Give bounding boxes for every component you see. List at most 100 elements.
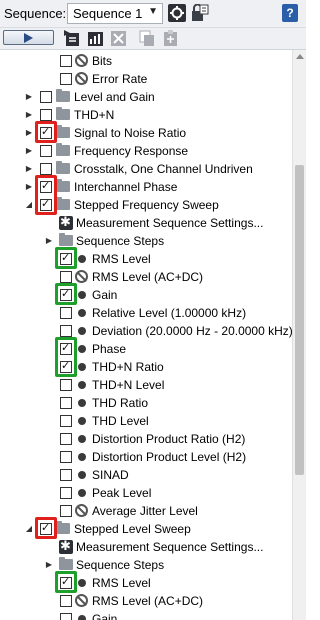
vertical-scrollbar[interactable] bbox=[292, 50, 306, 620]
tree-item-label: Measurement Sequence Settings... bbox=[76, 216, 264, 230]
tree-item-gain[interactable]: Gain bbox=[0, 286, 292, 304]
tree-item-label: RMS Level (AC+DC) bbox=[92, 594, 204, 608]
highlight-green-box bbox=[55, 247, 77, 269]
sequence-select[interactable]: Sequence 1 ▼ bbox=[67, 3, 163, 24]
no-sign-icon bbox=[75, 270, 88, 283]
checkbox[interactable] bbox=[60, 487, 72, 499]
tree-item-distortion-product-level[interactable]: Distortion Product Level (H2) bbox=[0, 448, 292, 466]
expand-arrow-icon[interactable]: ▶ bbox=[24, 92, 34, 102]
expand-arrow-icon[interactable]: ▶ bbox=[24, 146, 34, 156]
checkbox[interactable] bbox=[60, 397, 72, 409]
expand-arrow-icon[interactable]: ▶ bbox=[24, 128, 34, 138]
checkbox[interactable] bbox=[60, 505, 72, 517]
tree-item-label: Gain bbox=[92, 288, 118, 302]
tree-item-label: Distortion Product Level (H2) bbox=[92, 450, 247, 464]
tree-item-error-rate[interactable]: Error Rate bbox=[0, 70, 292, 88]
dot-icon bbox=[78, 309, 86, 317]
sequence-label: Sequence: bbox=[4, 6, 67, 21]
tree-item-measurement-sequence-settings[interactable]: Measurement Sequence Settings... bbox=[0, 538, 292, 556]
tree-item-distortion-product-ratio[interactable]: Distortion Product Ratio (H2) bbox=[0, 430, 292, 448]
tree-item-label: THD+N Level bbox=[92, 378, 165, 392]
expand-arrow-icon[interactable]: ▶ bbox=[24, 164, 34, 174]
collapse-arrow-icon[interactable]: ◢ bbox=[24, 200, 34, 210]
checkbox[interactable] bbox=[60, 55, 72, 67]
folder-icon bbox=[56, 197, 70, 210]
add-step-icon[interactable] bbox=[64, 30, 81, 47]
tree-item-label: Stepped Level Sweep bbox=[74, 522, 191, 536]
dot-icon bbox=[78, 381, 86, 389]
checkbox[interactable] bbox=[60, 433, 72, 445]
tree-item-thd-n-level[interactable]: THD+N Level bbox=[0, 376, 292, 394]
checkbox[interactable] bbox=[40, 163, 52, 175]
tree-item-label: Interchannel Phase bbox=[74, 180, 178, 194]
checkbox[interactable] bbox=[60, 613, 72, 620]
expand-arrow-icon[interactable]: ▶ bbox=[44, 236, 54, 246]
tree-item-label: Crosstalk, One Channel Undriven bbox=[74, 162, 253, 176]
tree-item-gain[interactable]: Gain bbox=[0, 610, 292, 620]
dot-icon bbox=[78, 453, 86, 461]
checkbox[interactable] bbox=[60, 325, 72, 337]
dot-icon bbox=[78, 345, 86, 353]
checkbox[interactable] bbox=[40, 145, 52, 157]
tree-item-thd-n-ratio[interactable]: THD+N Ratio bbox=[0, 358, 292, 376]
gear-icon[interactable] bbox=[168, 4, 186, 22]
checkbox[interactable] bbox=[60, 73, 72, 85]
expand-arrow-icon[interactable]: ▶ bbox=[24, 182, 34, 192]
tree-item-label: RMS Level (AC+DC) bbox=[92, 270, 204, 284]
checkbox[interactable] bbox=[60, 469, 72, 481]
tree-item-label: Stepped Frequency Sweep bbox=[74, 198, 219, 212]
tree-item-rms-level-ac-dc[interactable]: RMS Level (AC+DC) bbox=[0, 268, 292, 286]
checkbox[interactable] bbox=[40, 109, 52, 121]
copy-icon[interactable] bbox=[139, 30, 156, 47]
run-sequence-button[interactable] bbox=[3, 30, 54, 45]
no-sign-icon bbox=[75, 54, 88, 67]
tree-item-sequence-steps[interactable]: ▶ Sequence Steps bbox=[0, 232, 292, 250]
tree-item-phase[interactable]: Phase bbox=[0, 340, 292, 358]
dot-icon bbox=[78, 435, 86, 443]
highlight-red-box bbox=[35, 175, 57, 215]
tree-item-label: Frequency Response bbox=[74, 144, 189, 158]
tree-item-thd-level[interactable]: THD Level bbox=[0, 412, 292, 430]
tree-item-rms-level[interactable]: RMS Level bbox=[0, 574, 292, 592]
chevron-down-icon: ▼ bbox=[148, 6, 158, 17]
tree-item-thd-ratio[interactable]: THD Ratio bbox=[0, 394, 292, 412]
tree-item-bits[interactable]: Bits bbox=[0, 52, 292, 70]
tree-item-label: RMS Level bbox=[92, 252, 151, 266]
folder-icon bbox=[56, 125, 70, 138]
tree-item-rms-level[interactable]: RMS Level bbox=[0, 250, 292, 268]
tree-item-label: THD Level bbox=[92, 414, 149, 428]
tree-item-deviation[interactable]: Deviation (20.0000 Hz - 20.0000 kHz) bbox=[0, 322, 292, 340]
tree-item-label: THD+N Ratio bbox=[92, 360, 164, 374]
paste-icon[interactable] bbox=[162, 30, 179, 47]
help-icon[interactable]: ? bbox=[282, 4, 298, 22]
tree-item-frequency-response[interactable]: ▶ Frequency Response bbox=[0, 142, 292, 160]
tree-item-peak-level[interactable]: Peak Level bbox=[0, 484, 292, 502]
lock-settings-icon[interactable] bbox=[191, 4, 209, 22]
checkbox[interactable] bbox=[60, 307, 72, 319]
checkbox[interactable] bbox=[60, 415, 72, 427]
collapse-arrow-icon[interactable]: ◢ bbox=[24, 524, 34, 534]
dot-icon bbox=[78, 363, 86, 371]
gear-icon bbox=[59, 214, 73, 230]
tree-item-measurement-sequence-settings[interactable]: Measurement Sequence Settings... bbox=[0, 214, 292, 232]
checkbox[interactable] bbox=[60, 595, 72, 607]
tree-item-rms-level-ac-dc[interactable]: RMS Level (AC+DC) bbox=[0, 592, 292, 610]
tree-item-sinad[interactable]: SINAD bbox=[0, 466, 292, 484]
checkbox[interactable] bbox=[60, 271, 72, 283]
delete-icon[interactable] bbox=[110, 30, 127, 47]
checkbox[interactable] bbox=[40, 91, 52, 103]
checkbox[interactable] bbox=[60, 451, 72, 463]
tree-item-label: Peak Level bbox=[92, 486, 152, 500]
folder-icon bbox=[56, 89, 70, 102]
checkbox[interactable] bbox=[60, 379, 72, 391]
scroll-up-arrow-icon[interactable] bbox=[296, 54, 304, 59]
tree-item-level-and-gain[interactable]: ▶ Level and Gain bbox=[0, 88, 292, 106]
tree-item-relative-level[interactable]: Relative Level (1.00000 kHz) bbox=[0, 304, 292, 322]
highlight-green-box bbox=[55, 571, 77, 593]
tree-item-label: Relative Level (1.00000 kHz) bbox=[92, 306, 247, 320]
expand-arrow-icon[interactable]: ▶ bbox=[24, 110, 34, 120]
scrollbar-thumb[interactable] bbox=[295, 165, 304, 475]
expand-arrow-icon[interactable]: ▶ bbox=[44, 560, 54, 570]
add-measurement-icon[interactable] bbox=[87, 30, 104, 47]
tree-item-sequence-steps[interactable]: ▶ Sequence Steps bbox=[0, 556, 292, 574]
